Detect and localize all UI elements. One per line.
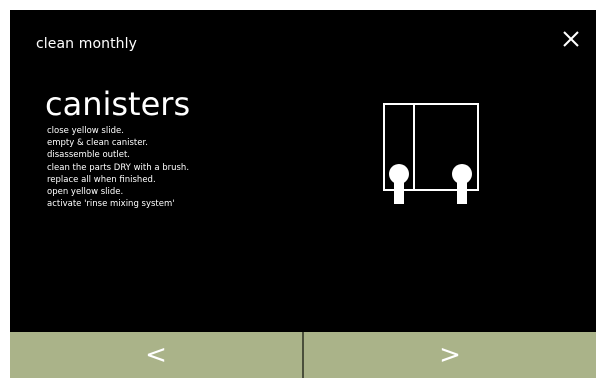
- instruction-step: clean the parts DRY with a brush.: [47, 162, 190, 173]
- instruction-step: disassemble outlet.: [47, 150, 130, 161]
- instruction-step: empty & clean canister.: [47, 138, 148, 149]
- previous-button[interactable]: <: [10, 332, 302, 378]
- screen: clean monthly canisters close yellow sli…: [10, 10, 596, 378]
- instruction-step: activate 'rinse mixing system': [47, 199, 175, 210]
- instruction-step: open yellow slide.: [47, 187, 124, 198]
- footer-nav: < >: [10, 332, 596, 378]
- chevron-right-icon: >: [439, 340, 461, 370]
- instruction-list: close yellow slide. empty & clean canist…: [47, 125, 189, 210]
- chevron-left-icon: <: [145, 340, 167, 370]
- close-button[interactable]: [556, 24, 586, 54]
- content-title: canisters: [45, 85, 191, 123]
- close-icon: [563, 31, 579, 47]
- next-button[interactable]: >: [304, 332, 596, 378]
- instruction-step: replace all when finished.: [47, 174, 156, 185]
- page-title: clean monthly: [36, 36, 138, 52]
- instruction-step: close yellow slide.: [47, 126, 124, 136]
- canisters-icon: [383, 103, 479, 204]
